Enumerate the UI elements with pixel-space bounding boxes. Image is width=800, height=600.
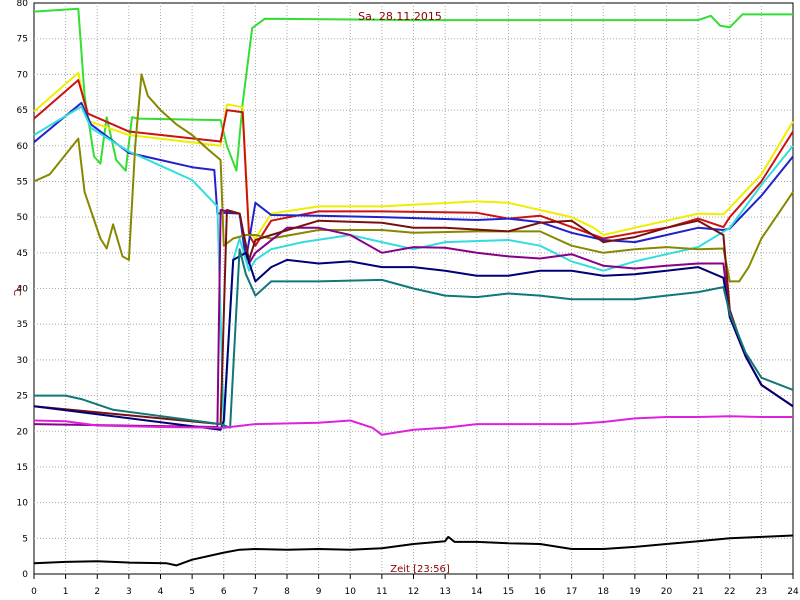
y-tick-label: 25 [17,392,28,402]
x-axis-label: Zeit [23:56] [390,564,450,575]
y-tick-label: 20 [17,427,29,437]
x-tick-label: 6 [221,587,227,597]
y-tick-label: 45 [17,249,28,259]
x-tick-label: 20 [661,587,673,597]
x-tick-label: 10 [345,587,357,597]
x-tick-label: 13 [439,587,450,597]
x-tick-label: 23 [756,587,767,597]
y-tick-label: 65 [17,106,28,116]
y-axis-label: °C [11,284,22,296]
y-tick-label: 5 [22,534,28,544]
x-tick-label: 19 [629,587,641,597]
x-tick-label: 14 [471,587,483,597]
y-tick-label: 55 [17,177,28,187]
y-tick-label: 35 [17,320,28,330]
x-tick-label: 0 [31,587,37,597]
x-tick-label: 17 [566,587,577,597]
x-tick-label: 2 [94,587,100,597]
chart-title: Sa. 28.11.2015 [358,10,442,23]
x-tick-label: 21 [692,587,703,597]
x-tick-label: 16 [534,587,546,597]
x-tick-label: 8 [284,587,290,597]
y-tick-label: 15 [17,463,28,473]
x-tick-label: 24 [787,587,799,597]
x-tick-label: 1 [63,587,69,597]
x-tick-label: 3 [126,587,132,597]
x-tick-label: 4 [158,587,164,597]
x-tick-label: 22 [724,587,735,597]
y-tick-label: 50 [17,213,29,223]
temperature-chart: 05101520253035404550556065707580 0123456… [11,0,799,597]
x-axis-ticks: 0 1 2 3 4 5 6 7 8 9 10 11 12 13 14 15 16 17 18 19 20 21 22 23 24 [31,574,799,597]
x-tick-label: 11 [376,587,387,597]
x-tick-label: 12 [408,587,419,597]
x-tick-label: 18 [598,587,610,597]
y-tick-label: 10 [17,499,29,509]
x-tick-label: 15 [503,587,514,597]
y-tick-label: 80 [17,0,29,9]
y-tick-label: 75 [17,35,28,45]
y-tick-label: 60 [17,142,29,152]
x-tick-label: 5 [189,587,195,597]
y-tick-label: 30 [17,356,29,366]
y-tick-label: 0 [22,570,28,580]
y-tick-label: 70 [17,70,29,80]
x-tick-label: 9 [316,587,322,597]
x-tick-label: 7 [253,587,259,597]
